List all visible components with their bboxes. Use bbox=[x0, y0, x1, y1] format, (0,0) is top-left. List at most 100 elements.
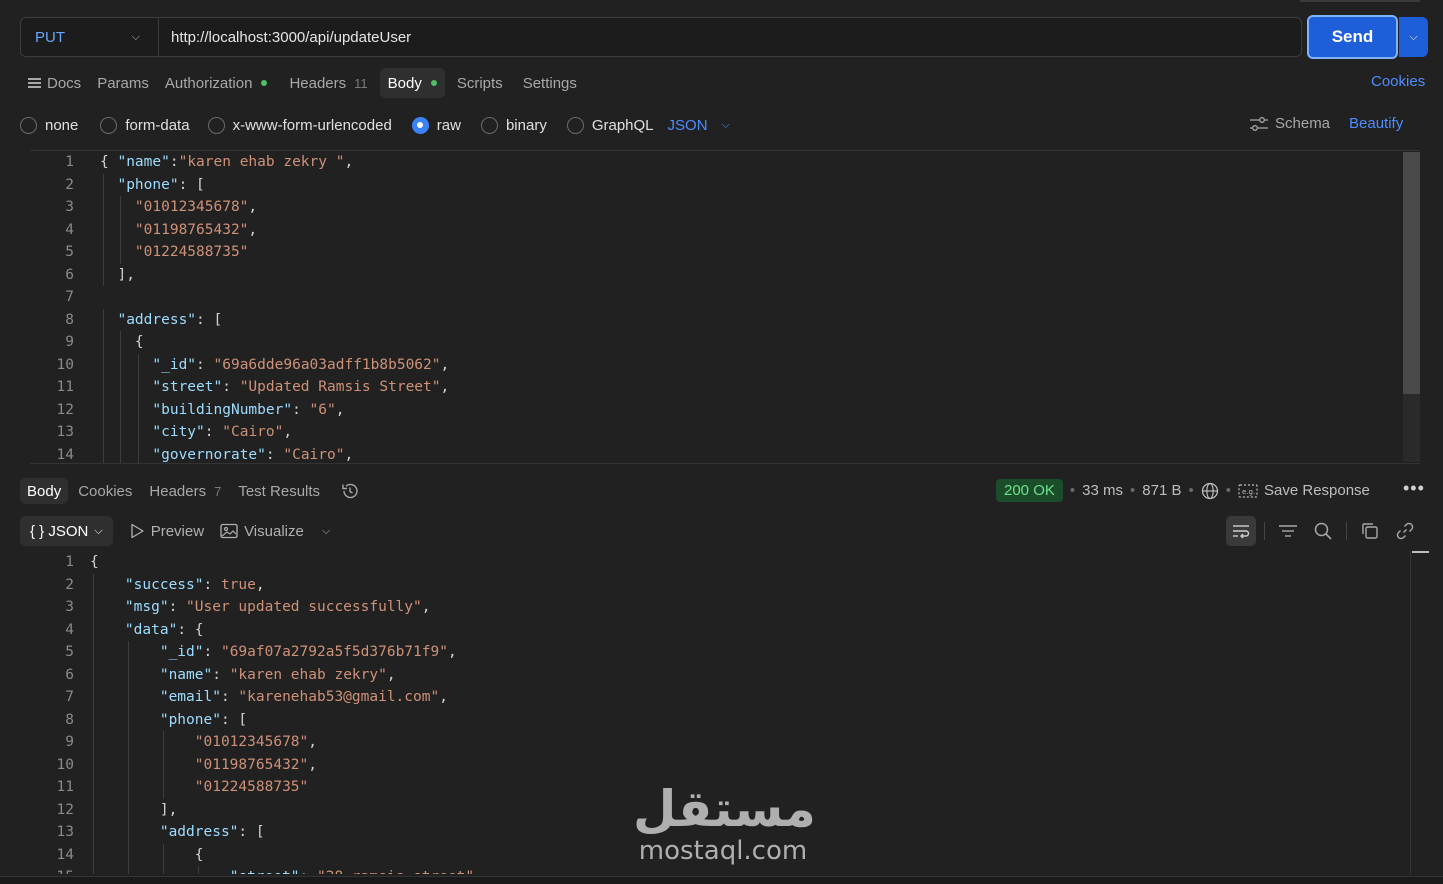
schema-button[interactable]: Schema bbox=[1249, 115, 1330, 132]
indent-guide bbox=[127, 821, 129, 844]
indent-guide bbox=[120, 443, 122, 463]
response-tab-cookies[interactable]: Cookies bbox=[71, 478, 139, 504]
visualize-button[interactable]: Visualize bbox=[220, 523, 304, 540]
code-line: 9 { bbox=[30, 331, 1420, 354]
code-text: "_id": "69af07a2792a5f5d376b71f9", bbox=[159, 644, 457, 660]
indent-guide bbox=[120, 196, 122, 219]
response-tab-test-results[interactable]: Test Results bbox=[231, 478, 327, 504]
save-response-button[interactable]: Save Response bbox=[1264, 482, 1370, 499]
indent-guide bbox=[93, 663, 94, 686]
code-text: ], bbox=[100, 266, 135, 283]
indent-guide bbox=[162, 843, 164, 866]
indent-guide bbox=[103, 376, 104, 399]
preview-button[interactable]: Preview bbox=[129, 523, 204, 540]
headers-count: 11 bbox=[354, 75, 368, 91]
radio-none[interactable]: none bbox=[20, 116, 79, 134]
code-text: "01198765432", bbox=[194, 756, 317, 773]
radio-circle-icon bbox=[100, 116, 118, 134]
line-number: 5 bbox=[65, 644, 74, 660]
toolbar-divider bbox=[1264, 522, 1265, 540]
code-text: "01224588735" bbox=[134, 244, 249, 260]
code-line: 12 "buildingNumber": "6", bbox=[30, 398, 1420, 421]
tab-docs[interactable]: Docs bbox=[20, 68, 89, 98]
indent-guide bbox=[162, 731, 164, 754]
chevron-down-icon: ⌵ bbox=[94, 524, 103, 537]
beautify-button[interactable]: Beautify bbox=[1349, 115, 1403, 132]
indent-guide bbox=[127, 866, 129, 874]
line-number: 11 bbox=[56, 779, 74, 795]
line-number: 5 bbox=[65, 244, 74, 260]
radio-none-label: none bbox=[45, 116, 79, 134]
watermark-latin: mostaql.com bbox=[638, 836, 808, 866]
response-size[interactable]: 871 B bbox=[1142, 482, 1181, 499]
indent-guide bbox=[103, 241, 104, 264]
indent-guide bbox=[93, 821, 94, 844]
status-badge[interactable]: 200 OK bbox=[996, 479, 1063, 502]
code-line: 8 "address": [ bbox=[30, 308, 1420, 331]
indent-guide bbox=[120, 421, 122, 444]
send-button[interactable]: Send bbox=[1307, 15, 1398, 59]
line-number: 6 bbox=[65, 266, 74, 283]
method-select[interactable]: PUT ⌵ bbox=[21, 18, 159, 56]
code-line: 2 "success": true, bbox=[30, 573, 1420, 596]
tab-params-label: Params bbox=[97, 74, 149, 92]
link-svg bbox=[1396, 522, 1414, 540]
code-line: 10 "01198765432", bbox=[30, 753, 1420, 776]
link-icon[interactable] bbox=[1390, 516, 1420, 546]
tab-body[interactable]: Body bbox=[379, 68, 445, 98]
globe-icon[interactable] bbox=[1201, 482, 1219, 500]
radio-raw[interactable]: raw bbox=[411, 116, 461, 134]
code-line: 3 "01012345678", bbox=[30, 196, 1420, 219]
history-icon[interactable] bbox=[333, 478, 367, 504]
indent-guide bbox=[127, 663, 129, 686]
editor-scrollbar-thumb[interactable] bbox=[1403, 152, 1420, 394]
visualize-options-chevron-icon[interactable]: ⌵ bbox=[322, 525, 330, 538]
wrap-lines-icon[interactable] bbox=[1226, 516, 1256, 546]
code-line: 7 "email": "karenehab53@gmail.com", bbox=[30, 686, 1420, 709]
copy-icon[interactable] bbox=[1355, 516, 1385, 546]
tab-authorization[interactable]: Authorization bbox=[157, 68, 276, 98]
response-tab-cookies-label: Cookies bbox=[78, 482, 133, 500]
code-line: 9 "01012345678", bbox=[30, 731, 1420, 754]
code-line: 10 "_id": "69a6dde96a03adff1b8b5062", bbox=[30, 353, 1420, 376]
radio-urlencoded[interactable]: x-www-form-urlencoded bbox=[207, 116, 392, 134]
indent-guide bbox=[137, 353, 139, 376]
language-label: JSON bbox=[667, 116, 708, 134]
radio-binary[interactable]: binary bbox=[480, 116, 547, 134]
indent-guide bbox=[120, 376, 122, 399]
indent-guide bbox=[120, 353, 122, 376]
response-scrollbar-track[interactable] bbox=[1410, 551, 1411, 874]
request-body-editor[interactable]: 1 { "name":"karen ehab zekry ", 2 "phone":… bbox=[30, 150, 1420, 464]
response-time[interactable]: 33 ms bbox=[1082, 482, 1123, 499]
indent-guide bbox=[137, 443, 139, 463]
send-options-chevron-icon[interactable]: ⌵ bbox=[1399, 17, 1428, 57]
response-format-select[interactable]: { } JSON ⌵ bbox=[20, 516, 113, 546]
filter-icon[interactable] bbox=[1273, 516, 1303, 546]
line-number: 9 bbox=[65, 734, 74, 750]
more-options-icon[interactable]: ••• bbox=[1403, 478, 1425, 499]
indent-guide bbox=[93, 573, 94, 596]
search-icon[interactable] bbox=[1308, 516, 1338, 546]
radio-graphql[interactable]: GraphQL bbox=[566, 116, 654, 134]
tab-params[interactable]: Params bbox=[89, 68, 157, 98]
url-input[interactable]: http://localhost:3000/api/updateUser bbox=[159, 29, 411, 46]
response-tab-body[interactable]: Body bbox=[20, 478, 69, 504]
indent-guide bbox=[103, 173, 104, 196]
radio-circle-icon bbox=[20, 116, 37, 134]
cookies-link[interactable]: Cookies bbox=[1371, 73, 1425, 90]
tab-scripts[interactable]: Scripts bbox=[449, 68, 511, 98]
response-tab-headers[interactable]: Headers 7 bbox=[142, 478, 228, 504]
tab-settings[interactable]: Settings bbox=[515, 68, 585, 98]
response-format-label: { } JSON bbox=[30, 522, 89, 540]
line-number: 4 bbox=[65, 621, 74, 638]
response-scrollbar-thumb[interactable] bbox=[1412, 551, 1429, 553]
line-number: 2 bbox=[65, 176, 74, 193]
indent-guide bbox=[127, 708, 129, 731]
radio-form-data[interactable]: form-data bbox=[100, 116, 190, 134]
indent-guide bbox=[93, 866, 94, 874]
tab-headers[interactable]: Headers 11 bbox=[281, 68, 375, 98]
code-text: "phone": [ bbox=[117, 176, 205, 193]
response-tab-headers-label: Headers bbox=[149, 482, 207, 500]
language-select[interactable]: JSON ⌵ bbox=[668, 117, 730, 134]
chevron-down-icon: ⌵ bbox=[131, 30, 140, 43]
